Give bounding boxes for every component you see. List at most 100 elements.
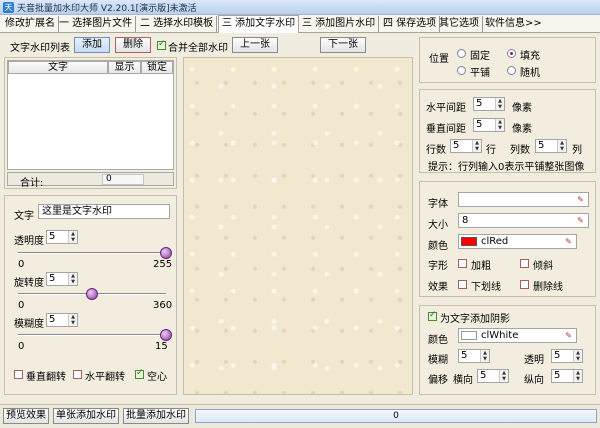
- progress-bar: 0: [195, 409, 597, 423]
- color-label: 颜色: [428, 241, 448, 252]
- tab-software-info[interactable]: 软件信息>>: [482, 16, 545, 32]
- dropdown-icon[interactable]: ✎: [562, 236, 575, 247]
- dropdown-icon[interactable]: ✎: [574, 194, 587, 205]
- h-spacing-unit: 像素: [512, 103, 532, 114]
- tab-other-options[interactable]: 其它选项: [436, 16, 483, 32]
- shadow-blur-spinner[interactable]: 5 ▲ ▼: [458, 349, 490, 363]
- watermark-text-input[interactable]: 这里是文字水印: [38, 204, 170, 219]
- rows-spinner[interactable]: 5 ▲ ▼: [450, 139, 482, 153]
- tab-save-options[interactable]: 四 保存选项: [380, 16, 441, 32]
- position-fill-radio[interactable]: [507, 49, 516, 58]
- position-fill-label: 填充: [520, 51, 540, 62]
- add-button[interactable]: 添加: [74, 37, 110, 53]
- opacity-slider-track[interactable]: [18, 252, 166, 254]
- position-random-radio[interactable]: [507, 66, 516, 75]
- dropdown-icon[interactable]: ✎: [574, 215, 587, 226]
- hollow-checkbox[interactable]: [135, 368, 144, 379]
- batch-add-button[interactable]: 批量添加水印: [123, 408, 189, 424]
- shadow-y-spinner[interactable]: 5 ▲ ▼: [551, 369, 583, 383]
- merge-all-checkbox[interactable]: [157, 39, 166, 50]
- blur-min: 0: [18, 341, 25, 352]
- shadow-blur-label: 模糊: [428, 355, 448, 366]
- spin-arrows-icon[interactable]: ▲ ▼: [68, 314, 77, 326]
- rotation-spinner[interactable]: 5 ▲ ▼: [46, 272, 78, 286]
- opacity-min: 0: [18, 259, 25, 270]
- spin-arrows-icon[interactable]: ▲ ▼: [472, 140, 481, 152]
- shadow-color-select[interactable]: clWhite ✎: [458, 328, 577, 343]
- spin-arrows-icon[interactable]: ▲ ▼: [573, 370, 582, 382]
- shadow-panel: 为文字添加阴影 颜色 clWhite ✎ 模糊 5 ▲▼ 透明 5 ▲▼ 偏移 …: [419, 305, 596, 395]
- position-fixed-radio[interactable]: [457, 49, 466, 58]
- shadow-checkbox[interactable]: [428, 310, 437, 321]
- blur-slider-track[interactable]: [18, 334, 166, 336]
- dropdown-icon[interactable]: ✎: [562, 330, 575, 341]
- v-spacing-unit: 像素: [512, 124, 532, 135]
- cols-spinner[interactable]: 5 ▲ ▼: [535, 139, 567, 153]
- next-image-button[interactable]: 下一张: [320, 37, 366, 53]
- spin-arrows-icon[interactable]: ▲ ▼: [480, 350, 489, 362]
- shadow-y-value: 5: [554, 370, 561, 381]
- shadow-opacity-label: 透明: [524, 355, 544, 366]
- bold-checkbox[interactable]: [458, 259, 467, 268]
- spin-arrows-icon[interactable]: ▲ ▼: [495, 98, 504, 110]
- shadow-color-swatch: [461, 331, 477, 340]
- color-swatch: [461, 237, 477, 246]
- merge-all-label: 合并全部水印: [168, 43, 228, 54]
- italic-checkbox[interactable]: [520, 259, 529, 268]
- size-label: 大小: [428, 220, 448, 231]
- spin-arrows-icon[interactable]: ▲ ▼: [499, 370, 508, 382]
- tab-select-template[interactable]: 二 选择水印模板: [137, 16, 218, 32]
- column-header-text[interactable]: 文字: [8, 61, 108, 74]
- size-select[interactable]: 8 ✎: [458, 213, 589, 228]
- blur-spinner[interactable]: 5 ▲ ▼: [46, 313, 78, 327]
- single-add-button[interactable]: 单张添加水印: [53, 408, 119, 424]
- opacity-slider-thumb[interactable]: [160, 247, 172, 259]
- underline-label: 下划线: [471, 282, 501, 293]
- blur-slider-thumb[interactable]: [160, 329, 172, 341]
- spacing-hint: 提示：行列输入0表示平铺整张图像: [428, 162, 585, 173]
- hollow-label: 空心: [147, 372, 167, 383]
- tab-select-images[interactable]: 一 选择图片文件: [56, 16, 137, 32]
- position-panel: 位置 固定 填充 平铺 随机: [419, 37, 596, 83]
- opacity-max: 255: [153, 259, 173, 270]
- shadow-offset-label: 偏移: [428, 375, 448, 386]
- strikethrough-checkbox[interactable]: [520, 280, 529, 289]
- tab-image-watermark[interactable]: 三 添加图片水印: [299, 16, 380, 32]
- watermark-list-label: 文字水印列表: [10, 43, 70, 54]
- shadow-color-value: clWhite: [481, 330, 519, 341]
- preview-canvas[interactable]: [183, 57, 413, 395]
- spin-arrows-icon[interactable]: ▲ ▼: [557, 140, 566, 152]
- tab-text-watermark[interactable]: 三 添加文字水印: [218, 15, 300, 33]
- shadow-x-label: 横向: [453, 375, 473, 386]
- spacing-panel: 水平间距 5 ▲ ▼ 像素 垂直间距 5 ▲ ▼ 像素 行数 5 ▲ ▼ 行 列数 5…: [419, 89, 596, 173]
- flip-vertical-checkbox[interactable]: [14, 370, 23, 379]
- watermark-list[interactable]: 文字 显示 锁定: [7, 60, 174, 170]
- text-label: 文字: [14, 211, 34, 222]
- spin-arrows-icon[interactable]: ▲ ▼: [495, 119, 504, 131]
- underline-checkbox[interactable]: [458, 280, 467, 289]
- shadow-x-spinner[interactable]: 5 ▲ ▼: [477, 369, 509, 383]
- h-spacing-spinner[interactable]: 5 ▲ ▼: [473, 97, 505, 111]
- column-header-locked[interactable]: 锁定: [141, 61, 173, 74]
- rotation-min: 0: [18, 300, 25, 311]
- column-header-visible[interactable]: 显示: [108, 61, 141, 74]
- spin-arrows-icon[interactable]: ▲ ▼: [68, 273, 77, 285]
- opacity-spinner[interactable]: 5 ▲ ▼: [46, 230, 78, 244]
- spin-arrows-icon[interactable]: ▲ ▼: [68, 231, 77, 243]
- delete-button[interactable]: 删除: [115, 37, 151, 53]
- shadow-x-value: 5: [480, 370, 487, 381]
- font-select[interactable]: ✎: [458, 192, 589, 207]
- prev-image-button[interactable]: 上一张: [232, 37, 278, 53]
- color-select[interactable]: clRed ✎: [458, 234, 577, 249]
- preview-button[interactable]: 预览效果: [3, 408, 49, 424]
- position-tile-radio[interactable]: [457, 66, 466, 75]
- strikethrough-label: 删除线: [533, 282, 563, 293]
- flip-horizontal-checkbox[interactable]: [73, 370, 82, 379]
- spin-arrows-icon[interactable]: ▲ ▼: [573, 350, 582, 362]
- font-label: 字体: [428, 199, 448, 210]
- shadow-opacity-spinner[interactable]: 5 ▲ ▼: [551, 349, 583, 363]
- tab-rename-extension[interactable]: 修改扩展名: [2, 16, 59, 32]
- v-spacing-spinner[interactable]: 5 ▲ ▼: [473, 118, 505, 132]
- rotation-slider-thumb[interactable]: [86, 288, 98, 300]
- watermark-list-panel: 文字 显示 锁定 合计: 0: [4, 57, 177, 189]
